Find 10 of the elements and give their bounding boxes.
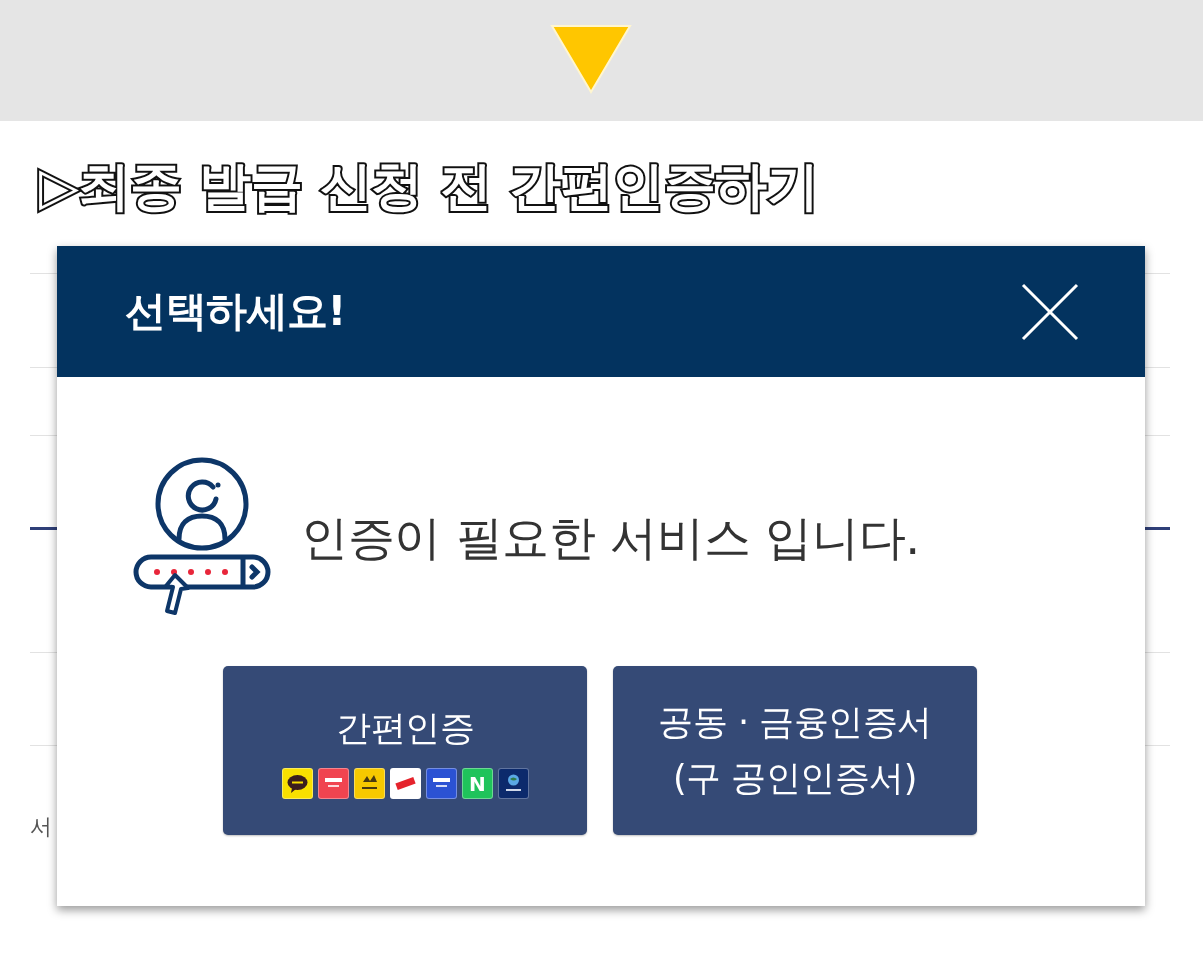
heading: ▷최종 발급 신청 전 간편인증하기 <box>39 155 819 217</box>
dialog-title: 선택하세요! <box>125 286 346 337</box>
close-icon <box>1021 282 1079 341</box>
close-button[interactable] <box>1021 282 1079 341</box>
certificate-button[interactable]: 공동 · 금융인증서 (구 공인인증서) <box>613 666 977 835</box>
page-text: 서 <box>30 814 52 840</box>
logo-badge: N <box>461 768 493 799</box>
message-text: 인증이 필요한 서비스 입니다. <box>301 508 920 567</box>
down-triangle-icon <box>549 24 632 94</box>
simple-auth-button[interactable]: 간편인증 N <box>223 666 587 835</box>
